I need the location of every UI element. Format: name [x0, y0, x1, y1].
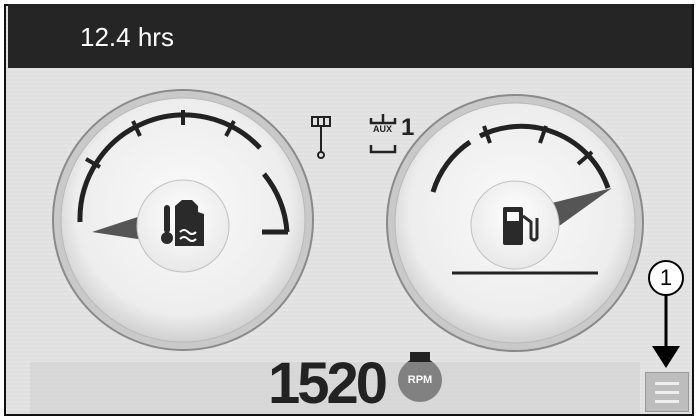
menu-icon [655, 382, 679, 385]
fuel-gauge [386, 94, 644, 352]
coolant-gauge [52, 89, 314, 351]
menu-icon-bar-3 [655, 400, 679, 403]
rpm-unit: RPM [407, 374, 433, 386]
aux-number: 1 [401, 114, 415, 141]
display-screen: 12.4 hrs AUX 1 1520 RPM 1 [0, 0, 700, 420]
menu-icon-bar-2 [655, 391, 679, 394]
engine-rpm-value: 1520 [268, 351, 388, 416]
menu-button[interactable] [645, 372, 689, 412]
trim-position-icon [311, 116, 331, 159]
coolant-temperature-icon [161, 200, 204, 246]
callout-number: 1 [659, 265, 673, 290]
aux-label: AUX [373, 124, 393, 134]
